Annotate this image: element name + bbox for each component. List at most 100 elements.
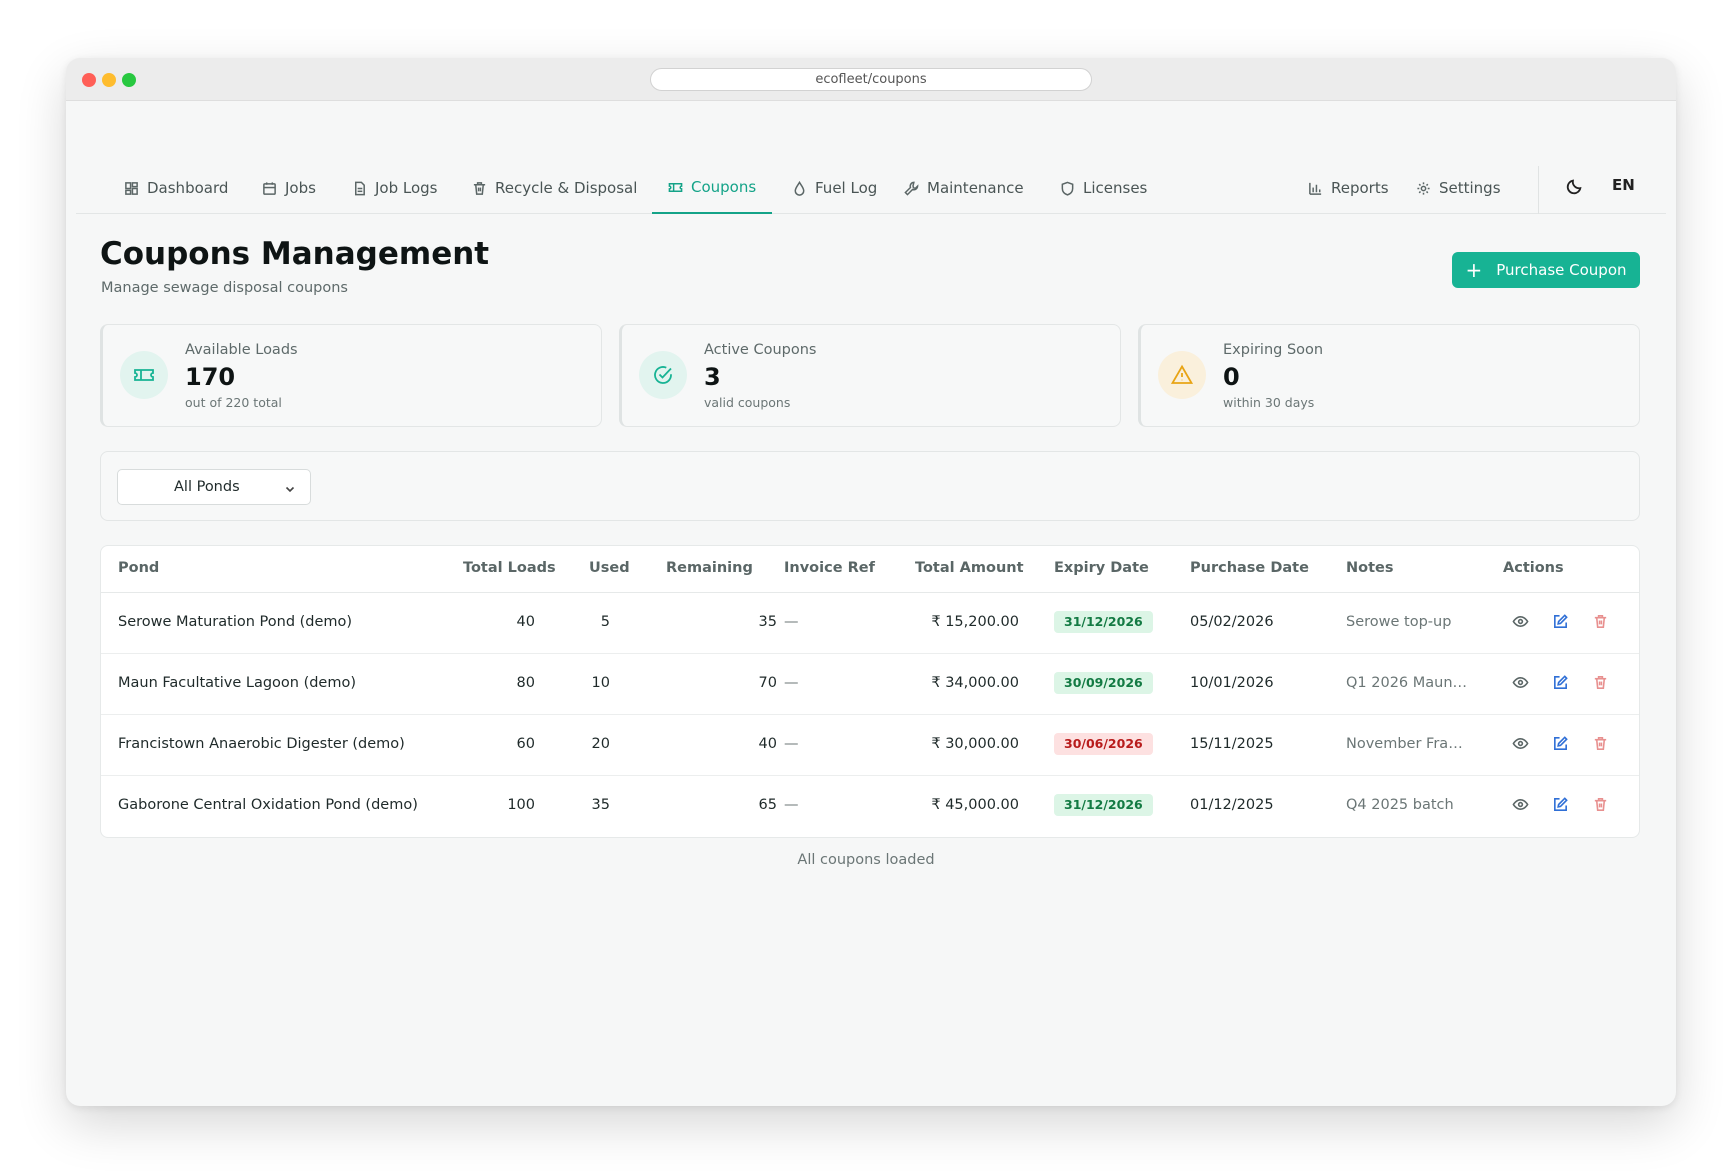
column-header-actions: Actions (1503, 560, 1564, 576)
table-row[interactable]: Serowe Maturation Pond (demo) 40 5 35 — ₹ 15,… (101, 593, 1639, 654)
cell-used: 35 (591, 797, 610, 813)
cell-purchase-date: 01/12/2025 (1190, 797, 1274, 813)
trash-icon (1592, 798, 1609, 817)
nav-item-recycle-disposal[interactable]: Recycle & Disposal (472, 162, 637, 214)
view-button[interactable] (1512, 796, 1530, 814)
delete-button[interactable] (1592, 796, 1610, 814)
stat-value: 170 (185, 363, 236, 391)
column-header-total-loads[interactable]: Total Loads (463, 560, 556, 576)
column-header-pond[interactable]: Pond (118, 560, 159, 576)
cell-remaining: 70 (758, 675, 777, 691)
nav-item-dashboard[interactable]: Dashboard (124, 162, 228, 214)
column-header-notes[interactable]: Notes (1346, 560, 1394, 576)
nav-item-licenses[interactable]: Licenses (1060, 162, 1147, 214)
purchase-coupon-button[interactable]: + Purchase Coupon (1452, 252, 1640, 288)
stat-subtext: out of 220 total (185, 395, 282, 410)
delete-button[interactable] (1592, 613, 1610, 631)
edit-button[interactable] (1552, 796, 1570, 814)
cell-invoice-ref: — (784, 797, 799, 813)
stat-card-active-coupons: Active Coupons 3 valid coupons (619, 324, 1121, 427)
nav-label: Maintenance (927, 179, 1024, 197)
cell-total-loads: 100 (507, 797, 535, 813)
nav-item-reports[interactable]: Reports (1308, 162, 1389, 214)
bar-chart-icon (1309, 182, 1322, 195)
nav-item-job-logs[interactable]: Job Logs (352, 162, 438, 214)
document-icon (355, 181, 365, 195)
purchase-coupon-label: Purchase Coupon (1496, 261, 1627, 279)
trash-icon (473, 181, 486, 195)
gear-icon (1417, 181, 1430, 195)
filter-panel: All Ponds (100, 451, 1640, 521)
trash-icon (1592, 737, 1609, 756)
pond-filter-value: All Ponds (174, 479, 240, 495)
cell-used: 20 (591, 736, 610, 752)
delete-button[interactable] (1592, 674, 1610, 692)
stat-label: Available Loads (185, 342, 298, 358)
stat-value: 0 (1223, 363, 1240, 391)
view-button[interactable] (1512, 674, 1530, 692)
cell-invoice-ref: — (784, 736, 799, 752)
table-row[interactable]: Maun Facultative Lagoon (demo) 80 10 70 — ₹ 3… (101, 654, 1639, 715)
nav-item-settings[interactable]: Settings (1416, 162, 1501, 214)
edit-button[interactable] (1552, 674, 1570, 692)
stat-card-available-loads: Available Loads 170 out of 220 total (100, 324, 602, 427)
column-header-expiry-date[interactable]: Expiry Date (1054, 560, 1149, 576)
column-header-invoice-ref[interactable]: Invoice Ref (784, 560, 875, 576)
dashboard-icon (125, 181, 138, 195)
stat-label: Expiring Soon (1223, 342, 1324, 358)
load-status-text: All coupons loaded (797, 852, 935, 868)
cell-used: 10 (591, 675, 610, 691)
title-bar: ecofleet/coupons (66, 58, 1676, 101)
cell-pond: Maun Facultative Lagoon (demo) (118, 675, 357, 691)
close-window-button[interactable] (82, 73, 96, 87)
cell-pond: Francistown Anaerobic Digester (demo) (118, 736, 405, 752)
view-button[interactable] (1512, 735, 1530, 753)
cell-total-loads: 80 (516, 675, 535, 691)
cell-used: 5 (600, 614, 610, 630)
shield-icon (1061, 181, 1074, 196)
trash-icon (1592, 615, 1609, 634)
stat-subtext: within 30 days (1223, 395, 1315, 410)
cell-total-amount: ₹ 30,000.00 (931, 736, 1019, 752)
page-subtitle: Manage sewage disposal coupons (101, 280, 348, 296)
cell-pond: Gaborone Central Oxidation Pond (demo) (118, 797, 418, 813)
expiry-date-badge: 30/06/2026 (1054, 733, 1153, 755)
cell-total-amount: ₹ 34,000.00 (931, 675, 1019, 691)
table-row[interactable]: Francistown Anaerobic Digester (demo) 60 2… (101, 715, 1639, 776)
nav-divider (1538, 166, 1539, 214)
main-nav: Dashboard Jobs Job Logs Recycle & Dispos… (76, 162, 1666, 214)
edit-button[interactable] (1552, 735, 1570, 753)
warning-icon (1158, 351, 1206, 399)
eye-icon (1512, 615, 1529, 634)
trash-icon (1592, 676, 1609, 695)
nav-item-maintenance[interactable]: Maintenance (904, 162, 1024, 214)
column-header-used[interactable]: Used (589, 560, 630, 576)
nav-item-jobs[interactable]: Jobs (262, 162, 316, 214)
edit-button[interactable] (1552, 613, 1570, 631)
cell-purchase-date: 15/11/2025 (1190, 736, 1274, 752)
view-button[interactable] (1512, 613, 1530, 631)
cell-total-amount: ₹ 15,200.00 (931, 614, 1019, 630)
nav-label: Recycle & Disposal (495, 179, 638, 197)
column-header-purchase-date[interactable]: Purchase Date (1190, 560, 1309, 576)
address-bar[interactable]: ecofleet/coupons (650, 68, 1092, 91)
nav-item-fuel-log[interactable]: Fuel Log (792, 162, 877, 214)
cell-remaining: 65 (758, 797, 777, 813)
page-title: Coupons Management (100, 236, 490, 272)
language-switcher[interactable]: EN (1612, 176, 1635, 194)
cell-purchase-date: 10/01/2026 (1190, 675, 1274, 691)
delete-button[interactable] (1592, 735, 1610, 753)
maximize-window-button[interactable] (122, 73, 136, 87)
ticket-icon (668, 182, 683, 192)
cell-purchase-date: 05/02/2026 (1190, 614, 1274, 630)
column-header-total-amount[interactable]: Total Amount (915, 560, 1024, 576)
column-header-remaining[interactable]: Remaining (666, 560, 753, 576)
cell-notes: November Fran... (1346, 736, 1470, 752)
expiry-date-badge: 30/09/2026 (1054, 672, 1153, 694)
cell-invoice-ref: — (784, 675, 799, 691)
pond-filter-select[interactable]: All Ponds (117, 469, 311, 505)
table-row[interactable]: Gaborone Central Oxidation Pond (demo) 10… (101, 776, 1639, 837)
nav-item-coupons[interactable]: Coupons (652, 162, 773, 214)
minimize-window-button[interactable] (102, 73, 116, 87)
theme-toggle-button[interactable] (1566, 178, 1584, 196)
